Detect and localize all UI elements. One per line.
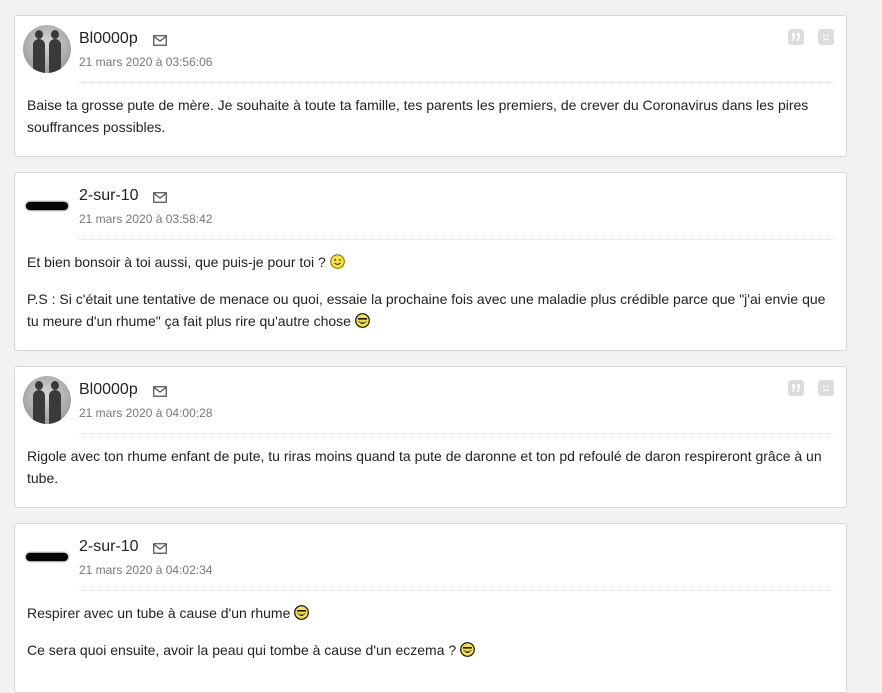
post-header: 2-sur-10 21 mars 2020 à 03:58:42	[15, 173, 846, 243]
header-divider	[79, 82, 834, 83]
post-paragraph: P.S : Si c'était une tentative de menace…	[27, 288, 828, 332]
report-icon[interactable]	[818, 29, 834, 45]
post-date: 21 mars 2020 à 03:56:06	[79, 55, 213, 69]
post-paragraph: Baise ta grosse pute de mère. Je souhait…	[27, 97, 809, 135]
post-paragraph: Ce sera quoi ensuite, avoir la peau qui …	[27, 639, 828, 661]
author-name[interactable]: Bl0000p	[79, 381, 138, 399]
post-paragraph-text: P.S : Si c'était une tentative de menace…	[27, 291, 826, 329]
scrollbar-track[interactable]	[866, 0, 882, 677]
author-name[interactable]: Bl0000p	[79, 30, 138, 48]
post-header: Bl0000p 21 mars 2020 à 03:56:06	[15, 16, 846, 86]
report-icon[interactable]	[818, 380, 834, 396]
post-paragraph: Rigole avec ton rhume enfant de pute, tu…	[27, 448, 822, 486]
laugh-emoticon	[355, 313, 370, 328]
post-card: 2-sur-10 21 mars 2020 à 03:58:42 Et bien…	[14, 172, 847, 351]
post-date: 21 mars 2020 à 03:58:42	[79, 212, 213, 226]
post-body: Et bien bonsoir à toi aussi, que puis-je…	[15, 243, 846, 346]
mail-icon[interactable]	[153, 192, 167, 203]
post-body: Respirer avec un tube à cause d'un rhume…	[15, 594, 846, 675]
header-divider	[79, 239, 834, 240]
post-card: 2-sur-10 21 mars 2020 à 04:02:34 Respire…	[14, 523, 847, 693]
mail-icon[interactable]	[153, 543, 167, 554]
avatar[interactable]	[23, 533, 71, 581]
mail-icon[interactable]	[153, 386, 167, 397]
header-divider	[79, 590, 834, 591]
post-date: 21 mars 2020 à 04:00:28	[79, 406, 213, 420]
post-header: 2-sur-10 21 mars 2020 à 04:02:34	[15, 524, 846, 594]
author-name[interactable]: 2-sur-10	[79, 538, 139, 556]
avatar[interactable]	[23, 25, 71, 73]
quote-icon[interactable]	[788, 380, 804, 396]
mail-icon[interactable]	[153, 35, 167, 46]
avatar[interactable]	[23, 182, 71, 230]
post-paragraph-text: Respirer avec un tube à cause d'un rhume	[27, 605, 291, 621]
post-paragraph-text: Ce sera quoi ensuite, avoir la peau qui …	[27, 642, 457, 658]
header-divider	[79, 433, 834, 434]
post-paragraph: Et bien bonsoir à toi aussi, que puis-je…	[27, 251, 828, 273]
post-date: 21 mars 2020 à 04:02:34	[79, 563, 213, 577]
post-card: Bl0000p 21 mars 2020 à 04:00:28 Rigole a…	[14, 366, 847, 508]
post-tools	[788, 29, 834, 45]
laugh-emoticon	[294, 605, 310, 620]
post-card: Bl0000p 21 mars 2020 à 03:56:06 Baise ta…	[14, 15, 847, 157]
post-paragraph-text: Et bien bonsoir à toi aussi, que puis-je…	[27, 254, 326, 270]
author-name[interactable]: 2-sur-10	[79, 187, 139, 205]
smile-emoticon	[330, 254, 345, 269]
post-paragraph: Respirer avec un tube à cause d'un rhume	[27, 602, 828, 624]
post-body: Baise ta grosse pute de mère. Je souhait…	[15, 86, 846, 152]
post-tools	[788, 380, 834, 396]
quote-icon[interactable]	[788, 29, 804, 45]
post-body: Rigole avec ton rhume enfant de pute, tu…	[15, 437, 846, 503]
avatar[interactable]	[23, 376, 71, 424]
post-header: Bl0000p 21 mars 2020 à 04:00:28	[15, 367, 846, 437]
laugh-emoticon	[460, 642, 476, 657]
